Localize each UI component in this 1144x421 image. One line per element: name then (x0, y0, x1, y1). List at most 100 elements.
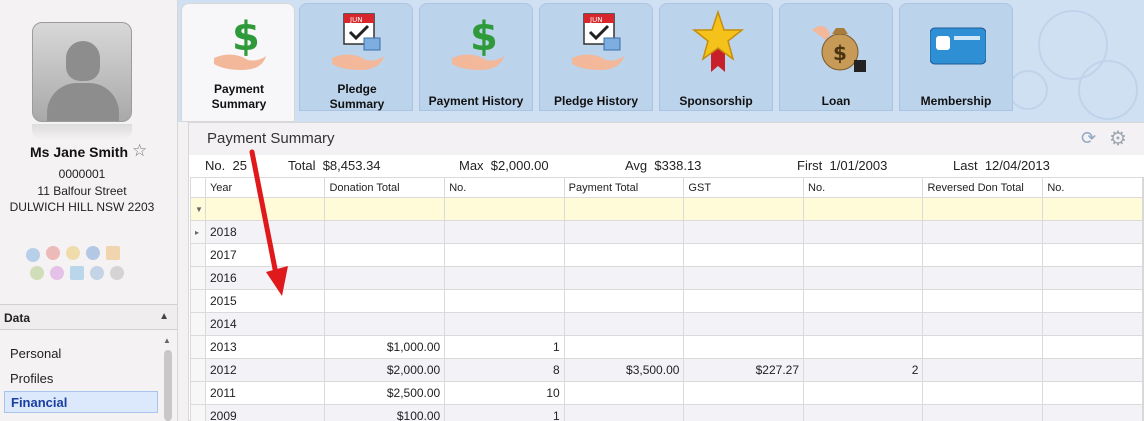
row-indicator[interactable] (190, 404, 206, 421)
table-cell[interactable] (1042, 312, 1143, 336)
table-cell[interactable] (683, 381, 805, 405)
table-row[interactable]: 2014 (190, 312, 1143, 336)
table-row[interactable]: 2017 (190, 243, 1143, 267)
table-cell[interactable] (563, 335, 685, 359)
table-cell[interactable]: $2,000.00 (324, 358, 446, 382)
table-cell[interactable]: 1 (444, 404, 565, 421)
table-cell[interactable] (563, 381, 685, 405)
loan-icon[interactable] (30, 266, 44, 280)
nav-item-personal[interactable]: Personal (4, 343, 158, 365)
column-header[interactable]: No. (803, 177, 924, 198)
table-cell[interactable] (922, 243, 1044, 267)
table-cell[interactable] (1042, 266, 1143, 290)
tab-pledge-summary[interactable]: JUN Pledge Summary (299, 3, 413, 111)
column-header[interactable]: GST (683, 177, 805, 198)
table-cell[interactable]: $2,500.00 (324, 381, 446, 405)
column-header[interactable]: No. (444, 177, 565, 198)
row-indicator[interactable] (190, 243, 206, 267)
table-cell[interactable] (803, 289, 924, 313)
table-cell[interactable] (803, 266, 924, 290)
table-row[interactable]: 2015 (190, 289, 1143, 313)
table-cell[interactable]: $3,500.00 (563, 358, 685, 382)
table-row[interactable]: 2012 $2,000.00 8 $3,500.00 $227.27 2 (190, 358, 1143, 382)
table-cell[interactable]: 2009 (204, 404, 326, 421)
filter-row[interactable]: ▼ (190, 197, 1143, 221)
tab-pledge-history[interactable]: JUN Pledge History (539, 3, 653, 111)
user-icon[interactable] (110, 266, 124, 280)
table-cell[interactable] (444, 266, 565, 290)
table-cell[interactable]: 2013 (204, 335, 326, 359)
table-cell[interactable] (1042, 335, 1143, 359)
filter-cell[interactable] (563, 197, 685, 221)
row-indicator[interactable] (190, 289, 206, 313)
table-cell[interactable]: 2011 (204, 381, 326, 405)
table-cell[interactable] (1042, 358, 1143, 382)
row-indicator[interactable] (190, 335, 206, 359)
tab-loan[interactable]: $ Loan (779, 3, 893, 111)
nav-item-profiles[interactable]: Profiles (4, 368, 158, 390)
scroll-up-icon[interactable]: ▲ (163, 336, 171, 345)
table-cell[interactable] (803, 220, 924, 244)
table-cell[interactable] (563, 404, 685, 421)
table-cell[interactable]: 2012 (204, 358, 326, 382)
table-cell[interactable] (324, 243, 446, 267)
column-header[interactable]: Reversed Don Total (922, 177, 1044, 198)
table-row[interactable]: 2016 (190, 266, 1143, 290)
table-cell[interactable] (563, 243, 685, 267)
card-icon[interactable] (70, 266, 84, 280)
row-indicator[interactable] (190, 358, 206, 382)
table-cell[interactable] (563, 220, 685, 244)
table-row[interactable]: 2011 $2,500.00 10 (190, 381, 1143, 405)
table-cell[interactable]: $227.27 (683, 358, 805, 382)
table-cell[interactable]: 2014 (204, 312, 326, 336)
table-cell[interactable] (324, 266, 446, 290)
data-section-header[interactable]: Data ▲ (0, 304, 177, 330)
table-cell[interactable] (324, 312, 446, 336)
favorite-star-icon[interactable]: ☆ (132, 141, 147, 161)
column-header[interactable]: Donation Total (324, 177, 446, 198)
table-cell[interactable] (683, 220, 805, 244)
table-cell[interactable]: 8 (444, 358, 565, 382)
pledge-icon[interactable] (46, 246, 60, 260)
sponsorship-icon[interactable] (66, 246, 80, 260)
table-cell[interactable] (683, 335, 805, 359)
table-cell[interactable] (563, 289, 685, 313)
table-cell[interactable] (922, 312, 1044, 336)
table-cell[interactable] (444, 312, 565, 336)
table-cell[interactable] (803, 243, 924, 267)
row-indicator[interactable]: ▸ (190, 220, 206, 244)
table-row[interactable]: 2013 $1,000.00 1 (190, 335, 1143, 359)
table-cell[interactable] (324, 220, 446, 244)
warning-icon[interactable] (106, 246, 120, 260)
table-cell[interactable] (803, 381, 924, 405)
table-cell[interactable] (1042, 220, 1143, 244)
table-cell[interactable] (444, 243, 565, 267)
collapse-caret-icon[interactable]: ▲ (159, 311, 169, 322)
table-cell[interactable]: 1 (444, 335, 565, 359)
table-cell[interactable] (803, 312, 924, 336)
filter-cell[interactable] (324, 197, 446, 221)
table-cell[interactable] (683, 312, 805, 336)
filter-icon[interactable]: ▼ (190, 197, 206, 221)
table-cell[interactable] (803, 335, 924, 359)
tab-membership[interactable]: Membership (899, 3, 1013, 111)
column-header[interactable]: No. (1042, 177, 1143, 198)
tab-payment-summary[interactable]: $ Payment Summary (181, 3, 295, 122)
nav-item-financial[interactable]: Financial (4, 391, 158, 413)
table-cell[interactable] (683, 289, 805, 313)
group-icon[interactable] (90, 266, 104, 280)
table-cell[interactable] (683, 266, 805, 290)
table-cell[interactable] (922, 220, 1044, 244)
table-cell[interactable] (922, 266, 1044, 290)
table-cell[interactable] (922, 358, 1044, 382)
row-indicator[interactable] (190, 381, 206, 405)
table-cell[interactable] (1042, 381, 1143, 405)
sidebar-scrollbar[interactable]: ▲ (162, 336, 174, 421)
membership-icon[interactable] (86, 246, 100, 260)
table-cell[interactable]: 10 (444, 381, 565, 405)
table-cell[interactable] (563, 266, 685, 290)
table-cell[interactable] (922, 381, 1044, 405)
table-cell[interactable] (922, 404, 1044, 421)
table-cell[interactable] (683, 404, 805, 421)
table-cell[interactable] (922, 335, 1044, 359)
